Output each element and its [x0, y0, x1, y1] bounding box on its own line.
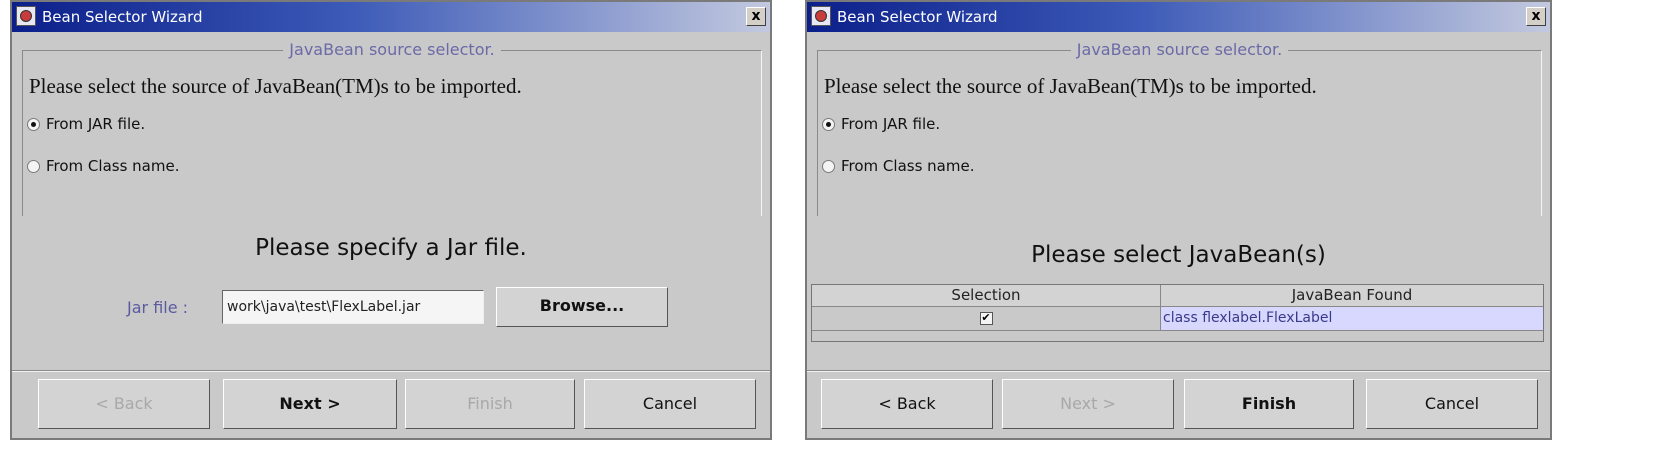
- radio-from-class-label: From Class name.: [46, 157, 180, 175]
- radio-selected-icon: [27, 117, 40, 131]
- java-app-icon: [811, 6, 831, 26]
- close-button[interactable]: x: [1526, 7, 1546, 26]
- cancel-button[interactable]: Cancel: [1366, 379, 1538, 429]
- column-header-selection[interactable]: Selection: [812, 285, 1161, 307]
- radio-from-class-label: From Class name.: [841, 157, 975, 175]
- checkbox-checked-icon[interactable]: ✔: [979, 311, 993, 325]
- radio-from-jar-label: From JAR file.: [46, 115, 146, 133]
- javabean-cell[interactable]: class flexlabel.FlexLabel: [1161, 307, 1543, 331]
- javabean-table: Selection JavaBean Found ✔ class flexlab…: [811, 284, 1544, 342]
- cancel-button[interactable]: Cancel: [584, 379, 756, 429]
- browse-button[interactable]: Browse...: [496, 287, 668, 327]
- back-button[interactable]: < Back: [821, 379, 993, 429]
- next-button[interactable]: Next >: [223, 379, 397, 429]
- radio-from-class[interactable]: From Class name.: [822, 157, 974, 175]
- radio-from-jar-label: From JAR file.: [841, 115, 941, 133]
- source-selector-group: JavaBean source selector. Please select …: [22, 40, 762, 216]
- group-title: JavaBean source selector.: [283, 40, 501, 59]
- next-button[interactable]: Next >: [1002, 379, 1174, 429]
- bean-selector-wizard-window: Bean Selector Wizard x JavaBean source s…: [805, 0, 1552, 440]
- finish-button[interactable]: Finish: [405, 379, 575, 429]
- java-app-icon: [16, 6, 36, 26]
- title-bar[interactable]: Bean Selector Wizard x: [12, 2, 770, 32]
- source-selector-group: JavaBean source selector. Please select …: [817, 40, 1542, 216]
- step-heading: Please select JavaBean(s): [1031, 242, 1326, 268]
- title-bar[interactable]: Bean Selector Wizard x: [807, 2, 1550, 32]
- step-heading: Please specify a Jar file.: [255, 235, 527, 261]
- bean-selector-wizard-window: Bean Selector Wizard x JavaBean source s…: [10, 0, 772, 440]
- selection-cell[interactable]: ✔: [812, 307, 1161, 331]
- close-button[interactable]: x: [746, 7, 766, 26]
- jar-file-label: Jar file :: [127, 298, 189, 317]
- separator: [807, 370, 1550, 372]
- back-button[interactable]: < Back: [38, 379, 210, 429]
- radio-from-jar[interactable]: From JAR file.: [822, 115, 940, 133]
- window-title: Bean Selector Wizard: [837, 8, 998, 26]
- group-title: JavaBean source selector.: [1070, 40, 1289, 59]
- radio-unselected-icon: [822, 159, 835, 173]
- radio-from-jar[interactable]: From JAR file.: [27, 115, 145, 133]
- source-prompt: Please select the source of JavaBean(TM)…: [29, 74, 522, 98]
- jar-file-input[interactable]: work\java\test\FlexLabel.jar: [222, 290, 484, 324]
- radio-unselected-icon: [27, 159, 40, 173]
- separator: [12, 370, 770, 372]
- radio-selected-icon: [822, 117, 835, 131]
- window-title: Bean Selector Wizard: [42, 8, 203, 26]
- column-header-javabean-found[interactable]: JavaBean Found: [1161, 285, 1543, 307]
- source-prompt: Please select the source of JavaBean(TM)…: [824, 74, 1317, 98]
- radio-from-class[interactable]: From Class name.: [27, 157, 179, 175]
- finish-button[interactable]: Finish: [1184, 379, 1354, 429]
